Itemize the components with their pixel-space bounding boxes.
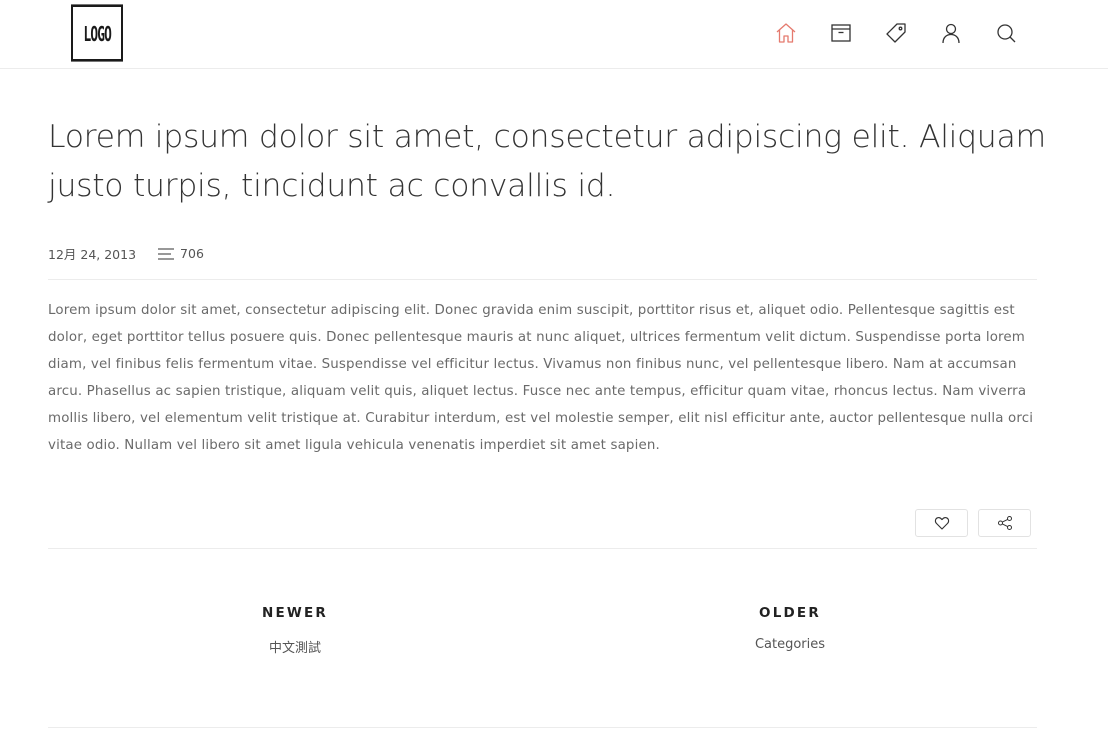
divider xyxy=(48,727,1037,728)
older-label: OLDER xyxy=(759,605,821,621)
newer-label: NEWER xyxy=(261,605,329,621)
main-nav xyxy=(770,19,1045,47)
post-title: Lorem ipsum dolor sit amet, consectetur … xyxy=(48,119,1046,204)
heart-icon xyxy=(934,517,949,530)
older-post: OLDER Categories xyxy=(690,605,890,652)
tag-icon xyxy=(886,23,906,43)
nav-archive[interactable] xyxy=(825,19,857,47)
nav-tags[interactable] xyxy=(880,19,912,47)
like-button[interactable] xyxy=(915,509,968,537)
divider xyxy=(48,279,1037,280)
archive-icon xyxy=(831,24,851,42)
post-actions xyxy=(915,509,1041,537)
user-icon xyxy=(942,23,960,44)
word-count: 706 xyxy=(157,246,204,261)
search-icon xyxy=(997,24,1016,43)
divider xyxy=(48,548,1037,549)
post-meta: 12月 24, 2013 706 xyxy=(48,244,204,263)
post-body: Lorem ipsum dolor sit amet, consectetur … xyxy=(48,303,1034,453)
newer-post: NEWER 中文測試 xyxy=(195,605,395,656)
home-icon xyxy=(776,23,796,43)
site-header: LOGO xyxy=(0,0,1108,69)
nav-search[interactable] xyxy=(990,19,1022,47)
share-icon xyxy=(997,516,1012,530)
share-button[interactable] xyxy=(978,509,1031,537)
nav-about[interactable] xyxy=(935,19,967,47)
post-date: 12月 24, 2013 xyxy=(48,247,137,262)
older-post-link[interactable]: Categories xyxy=(690,637,890,652)
nav-home[interactable] xyxy=(770,19,802,47)
newer-post-link[interactable]: 中文測試 xyxy=(195,637,395,656)
word-count-value: 706 xyxy=(180,246,204,261)
logo[interactable]: LOGO xyxy=(71,4,123,62)
lines-icon xyxy=(158,247,175,260)
